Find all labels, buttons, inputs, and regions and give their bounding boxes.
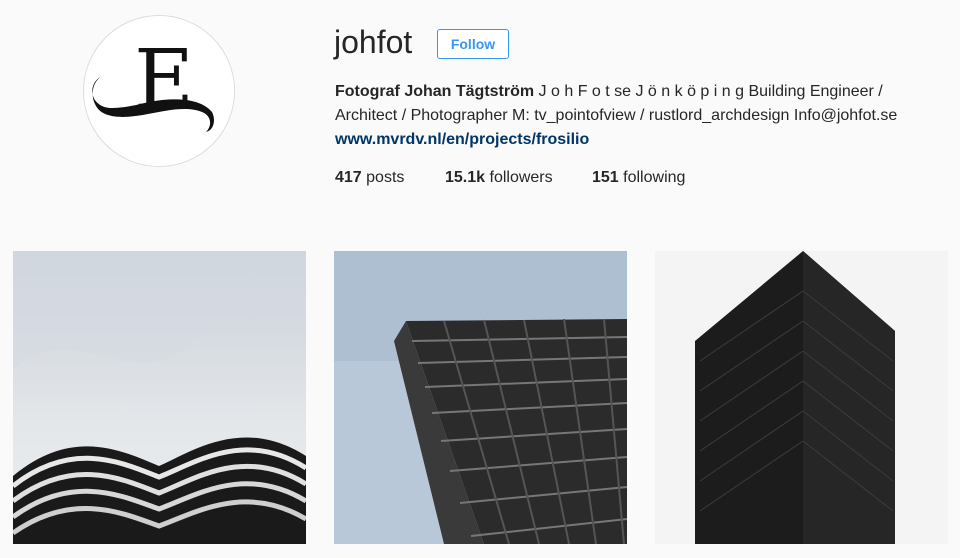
- profile-username: johfot: [334, 24, 413, 60]
- following-stat[interactable]: 151 following: [592, 166, 685, 190]
- avatar-logo-icon: E: [84, 16, 234, 166]
- followers-count: 15.1k: [445, 169, 486, 186]
- profile-full-name: Fotograf Johan Tägtström: [335, 83, 535, 100]
- posts-stat: 417 posts: [335, 166, 445, 190]
- following-label: following: [623, 169, 686, 186]
- post-thumbnail[interactable]: [655, 251, 948, 544]
- posts-count: 417: [335, 169, 362, 186]
- profile-avatar[interactable]: E: [83, 15, 235, 167]
- post-image: [655, 251, 948, 544]
- followers-label: followers: [489, 169, 553, 186]
- profile-stats: 417 posts 15.1k followers 151 following: [335, 166, 685, 190]
- post-image: [13, 251, 306, 544]
- profile-website-link[interactable]: www.mvrdv.nl/en/projects/frosilio: [335, 128, 935, 152]
- avatar-letter: E: [134, 33, 194, 128]
- post-thumbnail[interactable]: [334, 251, 627, 544]
- following-count: 151: [592, 169, 619, 186]
- followers-stat[interactable]: 15.1k followers: [445, 166, 592, 190]
- post-thumbnail[interactable]: [13, 251, 306, 544]
- post-image: [334, 251, 627, 544]
- follow-button[interactable]: Follow: [437, 29, 509, 59]
- posts-label: posts: [366, 169, 405, 186]
- profile-bio: Fotograf Johan Tägtström J o h F o t se …: [335, 80, 935, 152]
